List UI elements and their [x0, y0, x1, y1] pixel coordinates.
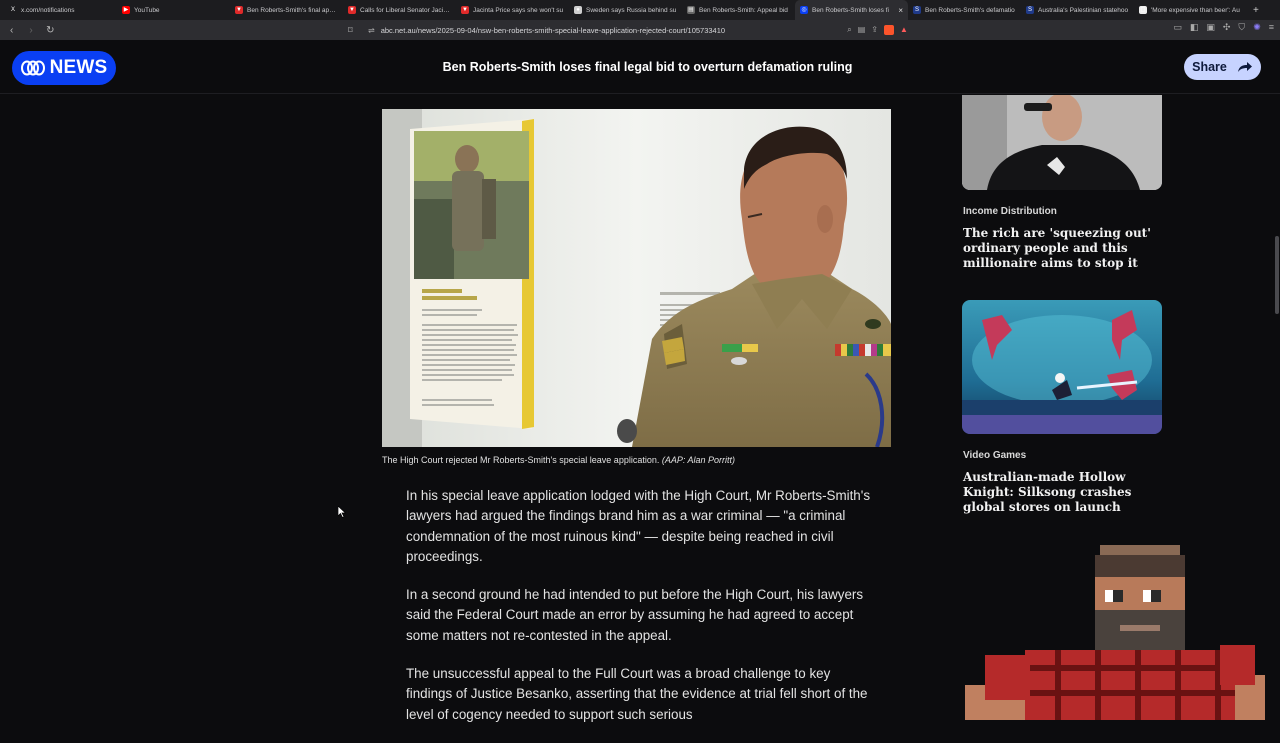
browser-tab[interactable]: S Ben Roberts-Smith's defamatio — [908, 0, 1021, 20]
tab-title: YouTube — [134, 6, 160, 14]
site-header: NEWS Ben Roberts-Smith loses final legal… — [0, 40, 1280, 94]
article-paragraph: The unsuccessful appeal to the Full Cour… — [406, 666, 868, 722]
share-arrow-icon — [1237, 62, 1252, 72]
tab-title: x.com/notifications — [21, 6, 75, 14]
browser-tab[interactable]: ▼ Calls for Liberal Senator Jacinta — [343, 0, 456, 20]
new-tab-icon[interactable]: + — [1253, 5, 1259, 16]
tab-favicon-icon: S — [1026, 6, 1034, 14]
caption-text: The High Court rejected Mr Roberts-Smith… — [382, 455, 660, 465]
share-button[interactable]: Share — [1184, 54, 1261, 80]
tab-title: Ben Roberts-Smith loses fi — [812, 6, 889, 14]
close-tab-icon[interactable]: × — [898, 6, 903, 15]
tab-title: Ben Roberts-Smith: Appeal bid — [699, 6, 788, 14]
leo-icon[interactable]: ✺ — [1253, 22, 1261, 33]
article-paragraph: In his special leave application lodged … — [406, 488, 871, 564]
tab-title: Ben Roberts-Smith's final appeal — [247, 6, 338, 14]
tab-favicon-icon: ● — [574, 6, 582, 14]
extension-icon[interactable]: ✣ — [1223, 22, 1231, 33]
browser-tab[interactable]: ◻ 'More expensive than beer': Au — [1134, 0, 1247, 20]
tab-title: Jacinta Price says she won't su — [473, 6, 564, 14]
url-text[interactable]: abc.net.au/news/2025-09-04/nsw-ben-rober… — [381, 26, 842, 35]
page-title: Ben Roberts-Smith loses final legal bid … — [442, 60, 853, 74]
streamer-avatar — [965, 545, 1265, 720]
browser-tab[interactable]: S Australia's Palestinian statehoo — [1021, 0, 1134, 20]
browser-tab[interactable]: ▼ Jacinta Price says she won't su — [456, 0, 569, 20]
reload-icon[interactable]: ↻ — [45, 25, 56, 36]
browser-tab[interactable]: ▼ Ben Roberts-Smith's final appeal — [230, 0, 343, 20]
browser-tab[interactable]: ◎ Ben Roberts-Smith loses fi × — [795, 0, 908, 20]
vpn-icon[interactable]: ⛉ — [1238, 22, 1245, 33]
cast-icon[interactable]: ▭ — [1173, 22, 1182, 33]
menu-icon[interactable]: ≡ — [1269, 22, 1274, 33]
address-bar[interactable]: ⌑ ⇌ abc.net.au/news/2025-09-04/nsw-ben-r… — [348, 22, 910, 38]
tab-title: Australia's Palestinian statehoo — [1038, 6, 1129, 14]
sidebar-category[interactable]: Income Distribution — [963, 206, 1057, 217]
photo-illustration — [382, 109, 891, 447]
forward-icon[interactable]: › — [25, 25, 36, 36]
tab-strip: Xx.com/notifications ▶ YouTube ▼ Ben Roberts… — [0, 0, 1280, 20]
reader-icon[interactable]: ▤ — [858, 25, 866, 35]
scrollbar-thumb[interactable] — [1275, 236, 1279, 314]
mouse-cursor-icon — [338, 506, 346, 518]
tab-title: 'More expensive than beer': Au — [1151, 6, 1240, 14]
share-page-icon[interactable]: ⇪ — [871, 25, 878, 35]
share-label: Share — [1192, 60, 1227, 74]
tab-favicon-icon: ▼ — [235, 6, 243, 14]
tab-favicon-icon: ▼ — [348, 6, 356, 14]
tab-favicon-icon: ▼ — [461, 6, 469, 14]
photo-caption: The High Court rejected Mr Roberts-Smith… — [382, 455, 735, 465]
wallet-icon[interactable]: ▣ — [1206, 22, 1215, 33]
thumbnail-illustration — [962, 95, 1162, 190]
tab-favicon-icon: ◻ — [1139, 6, 1147, 14]
brave-rewards-icon[interactable]: ▲ — [900, 25, 910, 35]
sidebar-headline[interactable]: Australian-made Hollow Knight: Silksong … — [963, 470, 1159, 515]
tab-favicon-icon: ◎ — [800, 6, 808, 14]
tab-title: Calls for Liberal Senator Jacinta — [360, 6, 451, 14]
browser-tab[interactable]: ▤ Ben Roberts-Smith: Appeal bid — [682, 0, 795, 20]
sidebar-headline[interactable]: The rich are 'squeezing out' ordinary pe… — [963, 226, 1159, 271]
browser-extensions: ▭ ◧ ▣ ✣ ⛉ ✺ ≡ — [1173, 22, 1274, 33]
tab-title: Sweden says Russia behind su — [586, 6, 677, 14]
browser-tab[interactable]: Xx.com/notifications — [4, 0, 117, 20]
article-photo — [382, 109, 891, 447]
sidebar-icon[interactable]: ◧ — [1190, 22, 1199, 33]
article-paragraph: In a second ground he had intended to pu… — [406, 587, 864, 643]
browser-tab[interactable]: ● Sweden says Russia behind su — [569, 0, 682, 20]
sidebar-category[interactable]: Video Games — [963, 450, 1026, 461]
sidebar-thumbnail-income[interactable] — [962, 95, 1162, 190]
tab-favicon-icon: ▶ — [122, 6, 130, 14]
back-icon[interactable]: ‹ — [6, 25, 17, 36]
tab-favicon-icon: ▤ — [687, 6, 695, 14]
tab-favicon-icon: S — [913, 6, 921, 14]
brave-shields-icon[interactable] — [884, 25, 894, 35]
browser-tab[interactable]: ▶ YouTube — [117, 0, 230, 20]
sidebar-thumbnail-silksong[interactable] — [962, 300, 1162, 434]
tab-favicon-icon: X — [9, 6, 17, 14]
photo-credit: (AAP: Alan Porritt) — [661, 455, 736, 465]
thumbnail-illustration — [962, 300, 1162, 434]
zoom-icon[interactable]: ⌕ — [847, 25, 851, 35]
bookmark-icon[interactable]: ⌑ — [348, 25, 362, 36]
tab-title: Ben Roberts-Smith's defamatio — [925, 6, 1015, 14]
site-info-icon[interactable]: ⇌ — [368, 26, 375, 35]
article-body: In his special leave application lodged … — [406, 486, 876, 743]
